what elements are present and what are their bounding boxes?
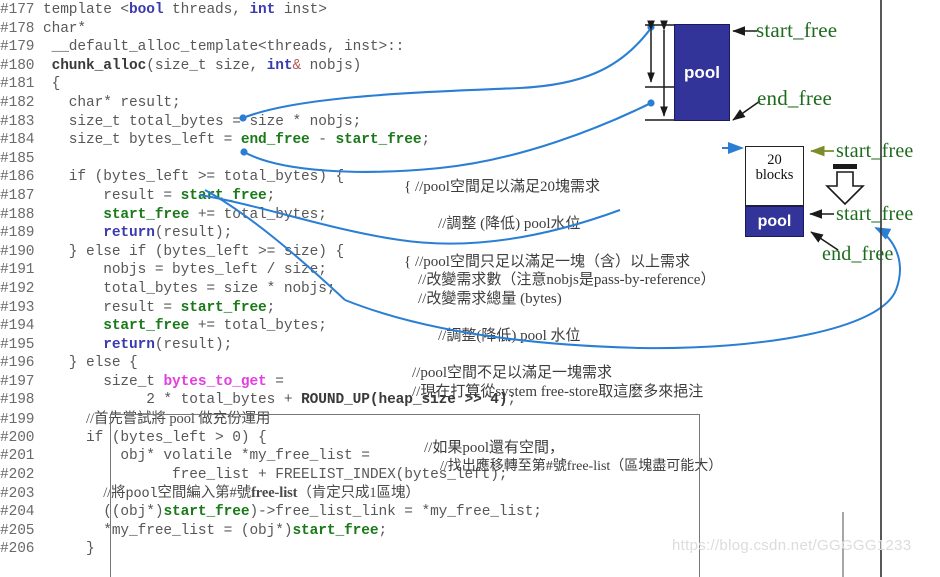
watermark: https://blog.csdn.net/GGGGG1233 (672, 537, 912, 554)
code-comment: //首先嘗試將 pool 做充份運用 (86, 411, 271, 428)
line-number: #178 (0, 20, 35, 37)
comment-line-192: //改變需求總量 (bytes) (418, 290, 562, 309)
line-number: #204 (0, 504, 35, 521)
code-line: #188 start_free += total_bytes; (0, 206, 327, 223)
line-number: #179 (0, 39, 35, 56)
code-line: #183 size_t total_bytes = size * nobjs; (0, 113, 362, 130)
code-line: #200 if (bytes_left > 0) { (0, 429, 267, 446)
code-line: #180 chunk_alloc(size_t size, int& nobjs… (0, 57, 362, 74)
code-line: #204 ((obj*)start_free)->free_list_link … (0, 504, 542, 521)
comment-text: //pool空間不足以滿足一塊需求 (412, 365, 613, 381)
comment-text: //pool空間只足以滿足一塊（含）以上需求 (414, 254, 690, 270)
label-start-free-after: start_free (836, 203, 914, 225)
label-end-free-top: end_free (757, 86, 833, 110)
line-number: #195 (0, 336, 35, 353)
code-line: #205 *my_free_list = (obj*)start_free; (0, 522, 388, 539)
comment-text: //調整 (降低) pool水位 (438, 216, 581, 232)
screenshot-stage: #176 }} #177 template <bool threads, int… (0, 0, 940, 577)
pool-label: pool (757, 212, 792, 230)
code-line: #184 size_t bytes_left = end_free - star… (0, 132, 431, 149)
comment-line-190: { //pool空間只足以滿足一塊（含）以上需求 (404, 254, 690, 270)
code-line: #195 return(result); (0, 336, 233, 353)
line-number: #194 (0, 318, 35, 335)
line-number: #186 (0, 169, 35, 186)
comment-text: //調整(降低) pool 水位 (438, 328, 581, 344)
line-number: #177 (0, 2, 35, 18)
code-line: #199 //首先嘗試將 pool 做充份運用 (0, 410, 700, 429)
line-number: #201 (0, 448, 35, 465)
code-line: #185 (0, 150, 700, 169)
code-line: #206 } (0, 541, 95, 558)
line-number: #192 (0, 280, 35, 297)
comment-line-200: //如果pool還有空間， (424, 439, 564, 458)
comment-line-201: //找出應移轉至第#號free-list（區塊盡可能大） (440, 458, 722, 477)
pool-label: pool (684, 62, 720, 82)
line-number: #184 (0, 132, 35, 149)
line-number: #187 (0, 187, 35, 204)
label-end-free-bottom: end_free (822, 243, 894, 265)
label-start-free-before: start_free (836, 140, 914, 162)
code-line: #189 return(result); (0, 225, 233, 242)
line-number: #181 (0, 76, 35, 93)
arrow-end-free-top (732, 100, 761, 121)
code-line: #193 result = start_free; (0, 299, 276, 316)
comment-text: //現在打算從system free-store取這麼多來挹注 (412, 384, 704, 400)
code-line: #178 char* (0, 20, 87, 37)
comment-text: //如果pool還有空間， (424, 440, 565, 456)
code-line: #182 char* result; (0, 94, 181, 111)
code-line: #194 start_free += total_bytes; (0, 318, 327, 335)
comment-line-188: //調整 (降低) pool水位 (438, 215, 581, 234)
comment-line-194: //調整(降低) pool 水位 (438, 327, 581, 346)
pool-box-bottom: pool (745, 206, 804, 237)
blocks-box: 20 blocks (745, 146, 804, 206)
code-line: #177 template <bool threads, int inst> (0, 2, 327, 18)
code-line: #203 //將pool空間編入第#號free-list（肯定只成1區塊） (0, 485, 420, 503)
comment-line-186: { //pool空間足以滿足20塊需求 (404, 179, 600, 195)
comment-text: //找出應移轉至第#號free-list（區塊盡可能大） (440, 459, 723, 474)
comment-text: //改變需求數（注意nobjs是pass-by-reference） (418, 272, 716, 288)
line-number: #199 (0, 412, 35, 429)
line-number: #183 (0, 113, 35, 130)
line-number: #200 (0, 429, 35, 446)
line-number: #205 (0, 522, 35, 539)
line-number: #196 (0, 355, 35, 372)
label-start-free-top: start_free (756, 18, 838, 42)
code-line: #179 __default_alloc_template<threads, i… (0, 39, 405, 56)
line-number: #185 (0, 150, 35, 167)
line-number: #191 (0, 262, 35, 279)
blocks-count: 20 (767, 152, 782, 168)
comment-text: //pool空間足以滿足20塊需求 (414, 179, 600, 195)
code-line: #181 { (0, 76, 61, 93)
comment-line-197: //現在打算從system free-store取這麼多來挹注 (412, 383, 703, 402)
pool-box-top: pool (674, 24, 730, 121)
transition-down-arrow (825, 164, 865, 206)
line-number: #188 (0, 206, 35, 223)
line-number: #190 (0, 243, 35, 260)
comment-line-196: //pool空間不足以滿足一塊需求 (412, 364, 612, 383)
line-number: #189 (0, 225, 35, 242)
line-number: #206 (0, 541, 35, 558)
line-number: #202 (0, 466, 35, 483)
line-number: #182 (0, 94, 35, 111)
line-number: #180 (0, 57, 35, 74)
comment-line-191: //改變需求數（注意nobjs是pass-by-reference） (418, 271, 715, 290)
line-number: #197 (0, 373, 35, 390)
comment-text: //改變需求總量 (bytes) (418, 291, 562, 307)
line-number: #203 (0, 486, 35, 503)
line-number: #198 (0, 392, 35, 409)
blocks-unit: blocks (755, 167, 794, 184)
line-number: #193 (0, 299, 35, 316)
